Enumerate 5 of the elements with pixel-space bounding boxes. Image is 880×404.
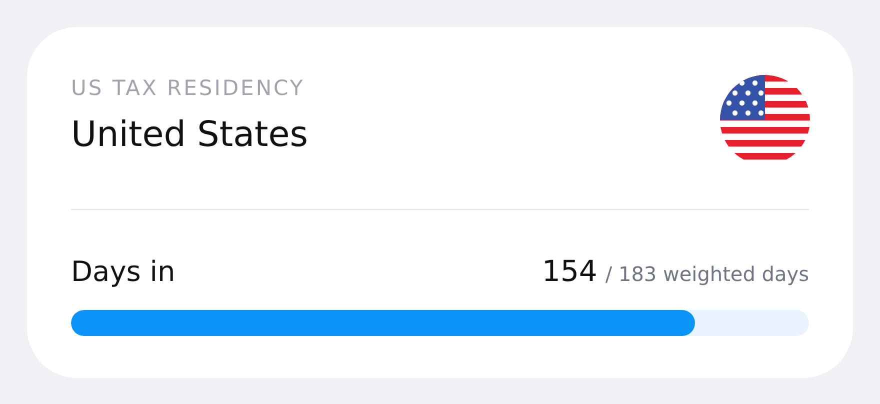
country-name: United States (71, 114, 308, 156)
card-eyebrow: US TAX RESIDENCY (71, 76, 306, 100)
day-count: 154 (542, 254, 598, 288)
metric-label: Days in (71, 255, 176, 288)
day-total: / 183 weighted days (605, 262, 809, 286)
